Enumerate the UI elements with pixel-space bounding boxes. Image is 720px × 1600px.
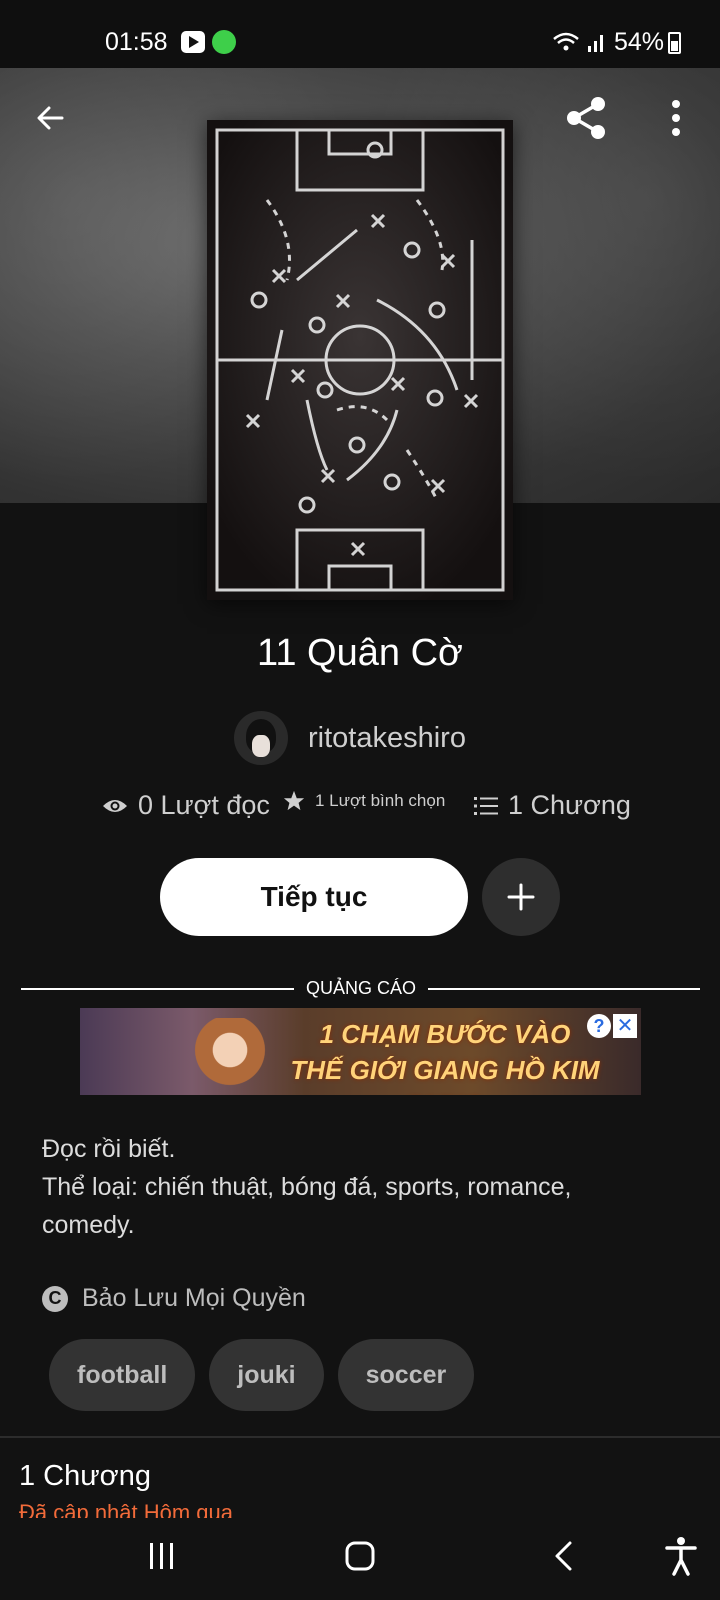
section-divider <box>0 1436 720 1438</box>
description-line: Thể loại: chiến thuật, bóng đá, sports, … <box>42 1173 572 1201</box>
ad-divider-left <box>21 988 294 990</box>
more-options-button[interactable] <box>656 94 696 142</box>
copyright-icon: C <box>42 1285 68 1312</box>
plus-icon <box>507 883 535 911</box>
app-notification-icon <box>212 30 236 54</box>
author-avatar[interactable] <box>234 711 288 765</box>
wifi-signal-icon <box>553 32 603 52</box>
tag-chip[interactable]: soccer <box>337 1339 475 1411</box>
list-icon <box>474 796 498 816</box>
battery-percent: 54% <box>614 28 665 56</box>
description-line: comedy. <box>42 1211 135 1239</box>
youtube-notification-icon <box>181 31 205 53</box>
arrow-left-icon <box>37 106 64 130</box>
book-stats: 0 Lượt đọc 1 Lượt bình chọn 1 Chương <box>0 790 720 830</box>
back-button[interactable] <box>26 94 74 142</box>
ad-character-illustration <box>170 1018 290 1095</box>
battery-icon <box>668 32 681 54</box>
ad-close-icon[interactable]: ✕ <box>613 1014 637 1038</box>
share-icon <box>567 97 605 139</box>
add-to-library-button[interactable] <box>482 858 560 936</box>
author-link[interactable]: ritotakeshiro <box>234 708 466 768</box>
ad-label: QUẢNG CÁO <box>305 978 416 998</box>
ad-divider-right <box>428 988 700 990</box>
copyright-text: Bảo Lưu Mọi Quyền <box>82 1284 306 1312</box>
book-cover <box>207 120 513 600</box>
more-vertical-icon <box>672 100 680 136</box>
share-button[interactable] <box>562 94 610 142</box>
ad-info-icon[interactable]: ? <box>587 1014 611 1038</box>
star-icon <box>283 790 305 812</box>
chapters-count: 1 Chương <box>508 790 631 820</box>
description-line: Đọc rồi biết. <box>42 1135 176 1163</box>
copyright-notice: C Bảo Lưu Mọi Quyền <box>42 1284 306 1313</box>
home-icon[interactable] <box>344 1540 376 1572</box>
ad-headline-line-2: THẾ GIỚI GIANG HỒ KIM DUNG <box>290 1055 600 1095</box>
book-description: Đọc rồi biết. Thể loại: chiến thuật, bón… <box>42 1130 682 1244</box>
book-title: 11 Quân Cờ <box>257 632 463 674</box>
recents-icon[interactable] <box>148 1541 176 1571</box>
continue-reading-button[interactable]: Tiếp tục <box>160 858 468 936</box>
chapters-stat: 1 Chương <box>474 790 631 821</box>
nav-back-icon[interactable] <box>552 1540 576 1572</box>
reads-count: 0 Lượt đọc <box>138 790 270 820</box>
accessibility-icon[interactable] <box>664 1536 698 1576</box>
tag-list: football jouki soccer <box>49 1339 475 1411</box>
ad-headline-line-1: 1 CHẠM BƯỚC VÀO <box>319 1019 571 1049</box>
ad-headline[interactable]: 1 CHẠM BƯỚC VÀO THẾ GIỚI GIANG HỒ KIM DU… <box>290 1016 600 1095</box>
tag-chip[interactable]: jouki <box>209 1339 324 1411</box>
status-time: 01:58 <box>105 28 168 56</box>
ad-banner[interactable]: 1 CHẠM BƯỚC VÀO THẾ GIỚI GIANG HỒ KIM DU… <box>80 1008 641 1095</box>
eye-icon <box>102 797 128 815</box>
reads-stat: 0 Lượt đọc <box>102 790 270 821</box>
author-name[interactable]: ritotakeshiro <box>308 722 466 755</box>
chapters-section-title[interactable]: 1 Chương <box>19 1460 151 1493</box>
votes-count: 1 Lượt bình chọn <box>315 791 446 810</box>
votes-stat: 1 Lượt bình chọn <box>283 790 445 812</box>
tag-chip[interactable]: football <box>49 1339 196 1411</box>
last-updated-text: Đã cập nhật Hôm qua <box>19 1500 234 1520</box>
